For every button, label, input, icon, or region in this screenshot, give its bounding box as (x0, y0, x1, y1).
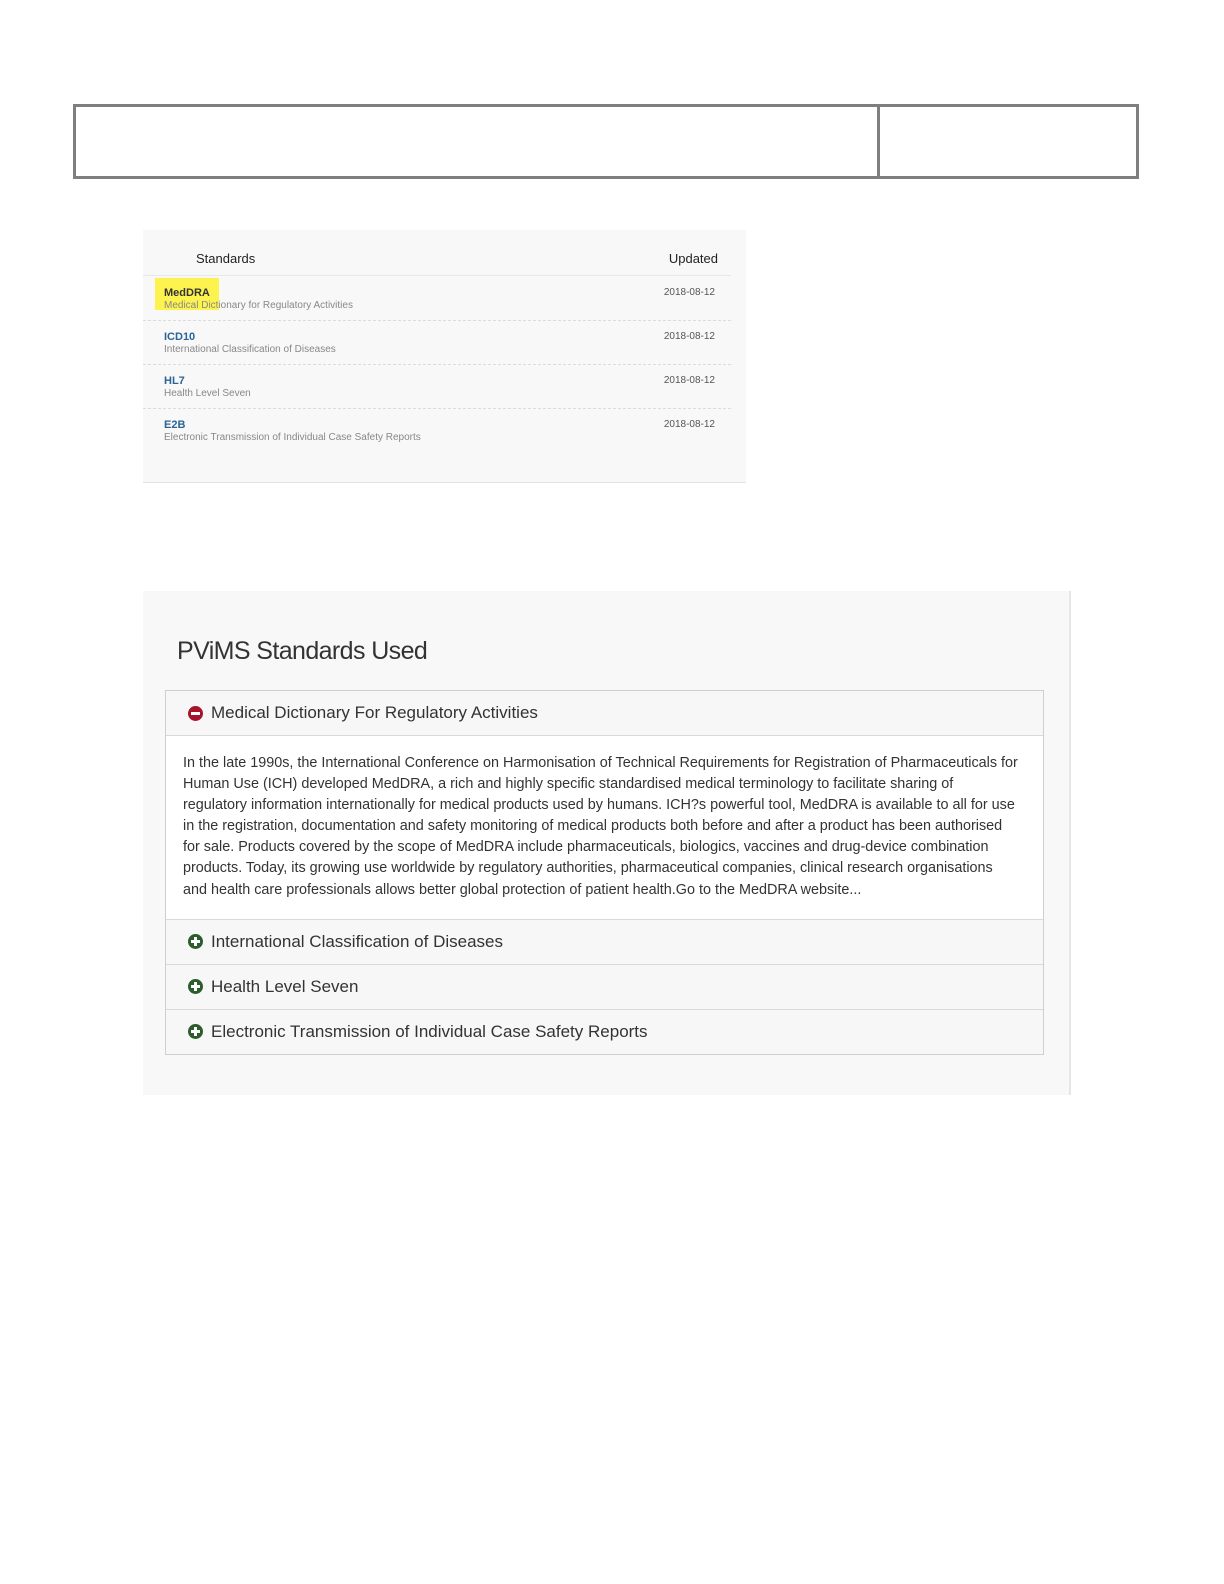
standard-description: Health Level Seven (164, 388, 251, 399)
page-title: PViMS Standards Used (177, 637, 428, 665)
standard-row-meddra[interactable]: MedDRA Medical Dictionary for Regulatory… (143, 276, 731, 321)
standards-list-header: Standards Updated (143, 230, 731, 276)
accordion-header-label[interactable]: International Classification of Diseases (211, 932, 503, 952)
accordion-body-meddra: In the late 1990s, the International Con… (166, 736, 1043, 920)
standard-updated-date: 2018-08-12 (663, 419, 715, 430)
standard-row-hl7[interactable]: HL7 Health Level Seven 2018-08-12 (143, 364, 731, 409)
expand-icon[interactable] (188, 934, 203, 950)
standards-accordion-panel: PViMS Standards Used Medical Dictionary … (143, 591, 1071, 1095)
accordion-header-meddra[interactable]: Medical Dictionary For Regulatory Activi… (166, 691, 1043, 736)
standards-list-panel: Standards Updated MedDRA Medical Diction… (143, 230, 746, 483)
collapse-icon[interactable] (188, 705, 203, 721)
standards-column-header: Standards (196, 251, 256, 266)
standard-code-link[interactable]: ICD10 (164, 331, 195, 343)
accordion-header-label[interactable]: Medical Dictionary For Regulatory Activi… (211, 703, 538, 723)
header-table-cell-left (76, 107, 880, 176)
header-table (73, 104, 1139, 179)
standard-code-link[interactable]: HL7 (164, 375, 185, 387)
accordion-header-label[interactable]: Electronic Transmission of Individual Ca… (211, 1022, 648, 1042)
standard-description: Electronic Transmission of Individual Ca… (164, 432, 421, 443)
standard-code-link[interactable]: E2B (164, 419, 185, 431)
updated-column-header: Updated (668, 251, 718, 266)
standard-updated-date: 2018-08-12 (663, 331, 715, 342)
expand-icon[interactable] (188, 979, 203, 995)
standard-description: Medical Dictionary for Regulatory Activi… (164, 300, 353, 311)
standard-updated-date: 2018-08-12 (663, 375, 715, 386)
standard-description: International Classification of Diseases (164, 344, 336, 355)
accordion-header-hl7[interactable]: Health Level Seven (166, 964, 1043, 1010)
accordion-header-label[interactable]: Health Level Seven (211, 977, 358, 997)
standard-code-link[interactable]: MedDRA (164, 287, 210, 299)
accordion: Medical Dictionary For Regulatory Activi… (165, 690, 1044, 1055)
standard-row-e2b[interactable]: E2B Electronic Transmission of Individua… (143, 408, 731, 452)
header-table-cell-right (880, 107, 1136, 176)
standard-updated-date: 2018-08-12 (663, 287, 715, 298)
accordion-header-icd[interactable]: International Classification of Diseases (166, 919, 1043, 965)
accordion-header-e2b[interactable]: Electronic Transmission of Individual Ca… (166, 1009, 1043, 1054)
standard-row-icd10[interactable]: ICD10 International Classification of Di… (143, 320, 731, 365)
expand-icon[interactable] (188, 1024, 203, 1040)
